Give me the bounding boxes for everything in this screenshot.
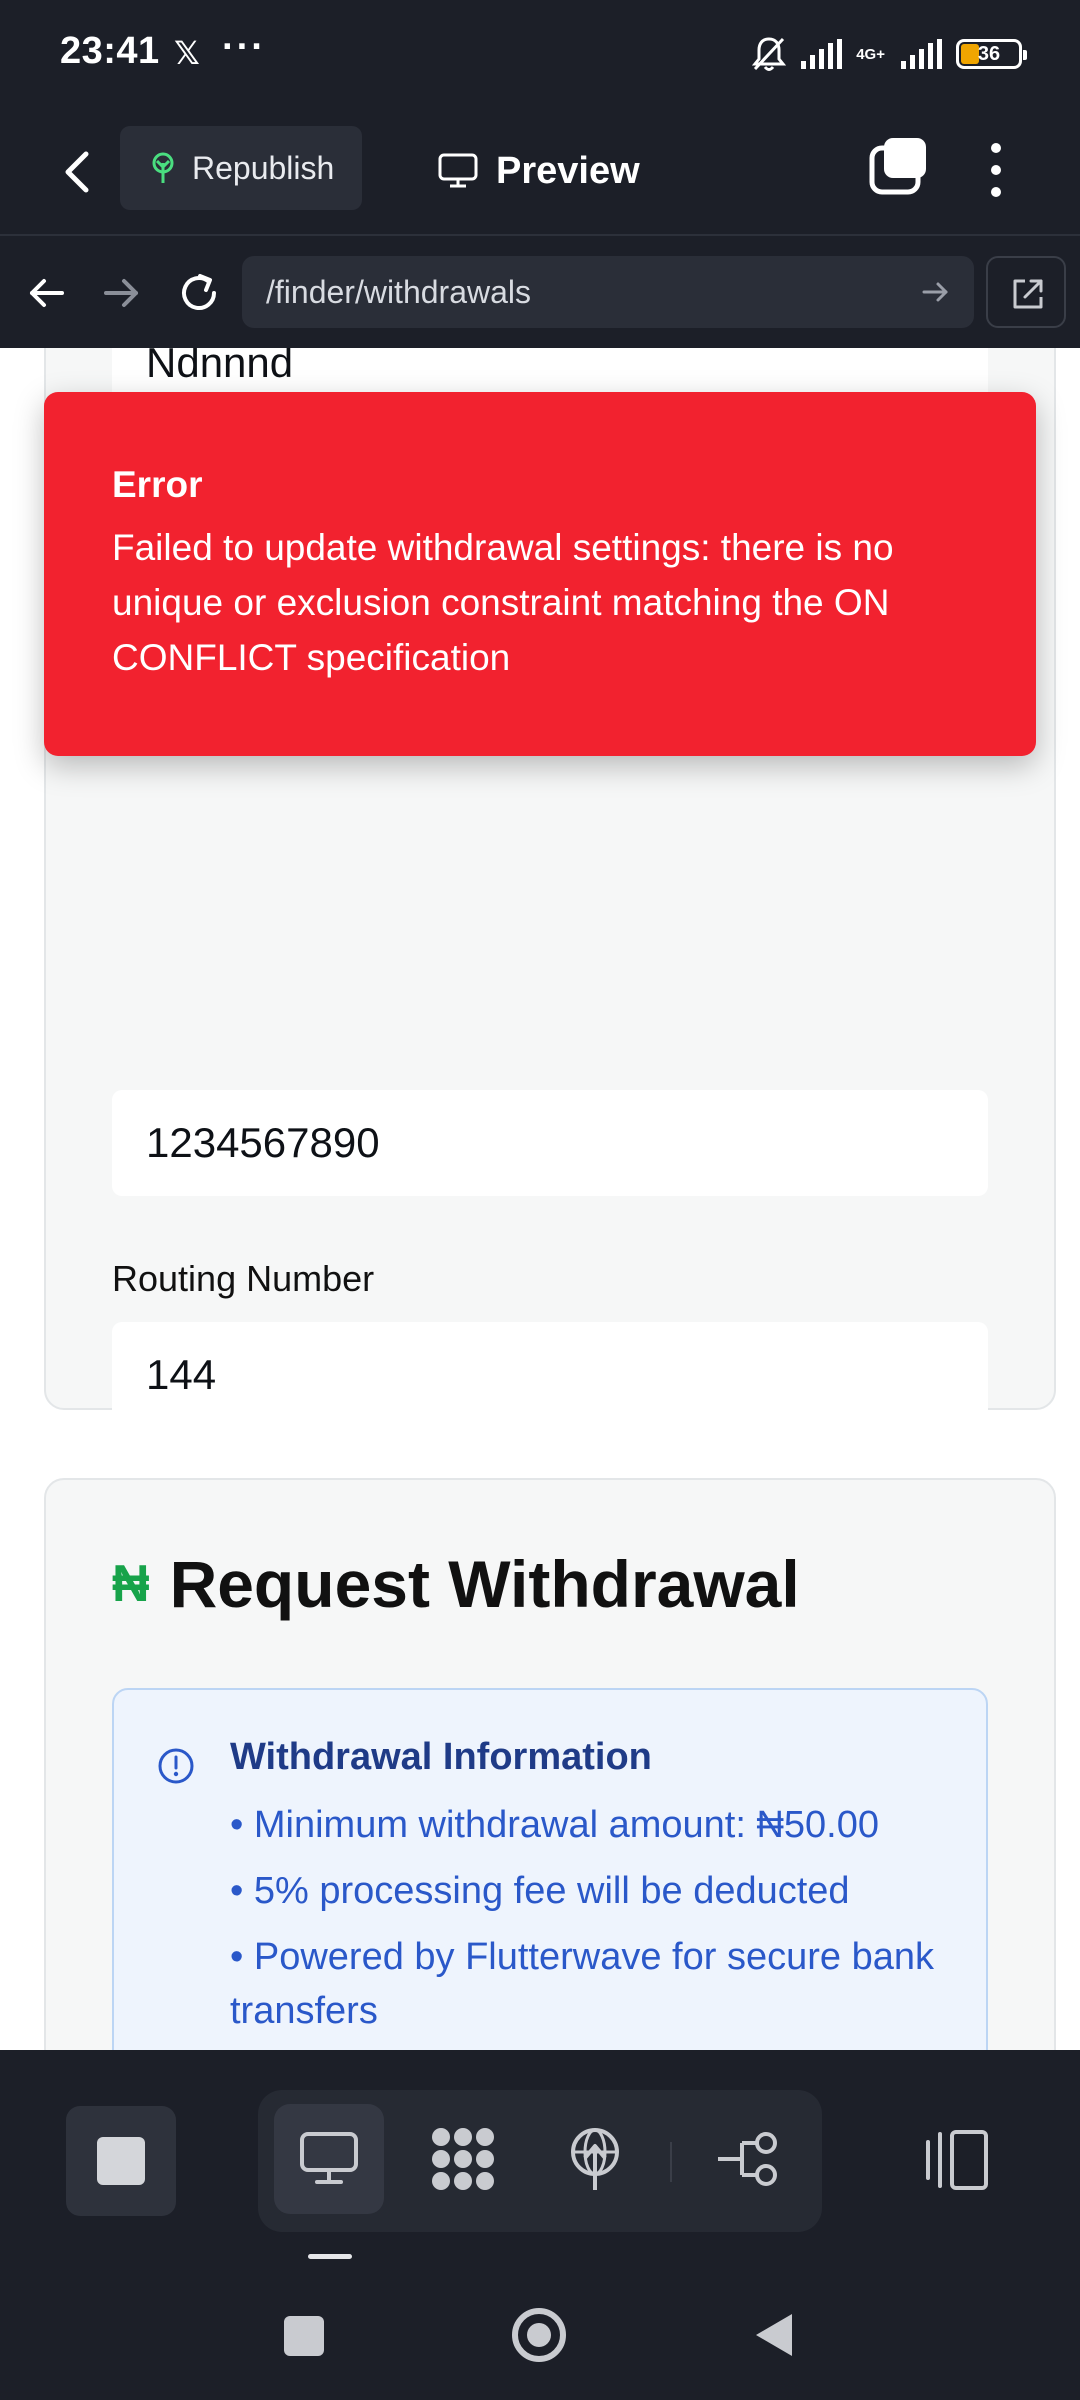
components-button[interactable]	[408, 2104, 518, 2214]
info-alert-icon	[158, 1748, 194, 1784]
reload-icon[interactable]	[174, 268, 224, 318]
external-link-icon	[1013, 279, 1043, 309]
routing-number-input[interactable]: 144	[112, 1322, 988, 1428]
x-app-icon: 𝕏	[174, 35, 200, 71]
device-frame-icon[interactable]	[922, 2128, 992, 2192]
desktop-view-button[interactable]	[274, 2104, 384, 2214]
grid-blobs-icon	[432, 2128, 494, 2190]
section-title: ₦ Request Withdrawal	[112, 1546, 800, 1622]
status-icons: 4G+ 36	[751, 32, 1027, 76]
browser-bar: /finder/withdrawals	[0, 236, 1080, 348]
workflow-nodes-icon	[718, 2132, 777, 2186]
battery-icon: 36	[956, 39, 1027, 69]
tabs-icon[interactable]	[868, 136, 928, 196]
status-bar: 23:41 𝕏 ··· 4G+ 36	[0, 0, 1080, 108]
active-tab-indicator	[308, 2254, 352, 2259]
workflow-button[interactable]	[694, 2104, 804, 2214]
editor-bottom-bar	[0, 2050, 1080, 2270]
section-title-text: Request Withdrawal	[169, 1547, 800, 1621]
browser-back-icon[interactable]	[22, 268, 72, 318]
stop-button[interactable]	[66, 2106, 176, 2216]
signal-icon-2	[901, 39, 942, 69]
url-go-arrow-icon[interactable]	[920, 276, 952, 308]
bell-muted-icon	[752, 37, 787, 71]
more-vertical-icon[interactable]	[980, 138, 1012, 202]
withdrawal-info-box: Withdrawal Information • Minimum withdra…	[112, 1688, 988, 2050]
info-line-fee: • 5% processing fee will be deducted	[230, 1870, 850, 1912]
info-line-minimum: • Minimum withdrawal amount: ₦50.00	[230, 1804, 880, 1846]
account-name-value: Ndnnnd	[146, 348, 294, 386]
account-number-input[interactable]: 1234567890	[112, 1090, 988, 1196]
signal-icon	[801, 39, 843, 69]
app-toolbar: Republish Preview	[0, 108, 1080, 236]
publish-tree-icon	[152, 152, 174, 183]
battery-level: 36	[977, 42, 1001, 65]
open-external-button[interactable]	[986, 256, 1066, 328]
browser-forward-icon[interactable]	[96, 268, 146, 318]
republish-button[interactable]: Republish	[120, 126, 362, 210]
monitor-icon	[438, 153, 478, 188]
recents-button[interactable]	[284, 2316, 324, 2356]
preview-button[interactable]: Preview	[438, 136, 640, 206]
view-tool-group	[258, 2090, 822, 2232]
status-time: 23:41	[60, 30, 160, 72]
back-chevron-icon[interactable]	[52, 140, 104, 204]
error-toast[interactable]: Error Failed to update withdrawal settin…	[44, 392, 1036, 756]
stop-square-icon	[97, 2137, 145, 2185]
more-dots-icon: ···	[222, 26, 266, 68]
routing-number-value: 144	[146, 1351, 217, 1398]
globe-upload-icon	[571, 2128, 619, 2190]
network-type-label: 4G+	[856, 45, 885, 63]
toast-message: Failed to update withdrawal settings: th…	[112, 527, 894, 678]
preview-label: Preview	[496, 149, 640, 192]
home-button[interactable]	[512, 2308, 566, 2362]
republish-label: Republish	[192, 149, 335, 186]
account-number-value: 1234567890	[146, 1119, 380, 1166]
system-back-icon[interactable]	[752, 2310, 796, 2360]
monitor-icon	[300, 2132, 358, 2184]
info-line-flutterwave: • Powered by Flutterwave for secure bank…	[230, 1936, 934, 2032]
url-text: /finder/withdrawals	[266, 273, 531, 310]
request-withdrawal-card: ₦ Request Withdrawal Withdrawal Informat…	[44, 1478, 1056, 2050]
routing-number-label: Routing Number	[112, 1258, 375, 1299]
toast-title: Error	[112, 464, 203, 505]
tool-separator	[670, 2142, 672, 2182]
naira-icon: ₦	[112, 1555, 150, 1613]
url-field[interactable]: /finder/withdrawals	[242, 256, 974, 328]
publish-web-button[interactable]	[540, 2104, 650, 2214]
system-navigation-bar	[0, 2270, 1080, 2400]
info-title: Withdrawal Information	[230, 1736, 652, 1778]
